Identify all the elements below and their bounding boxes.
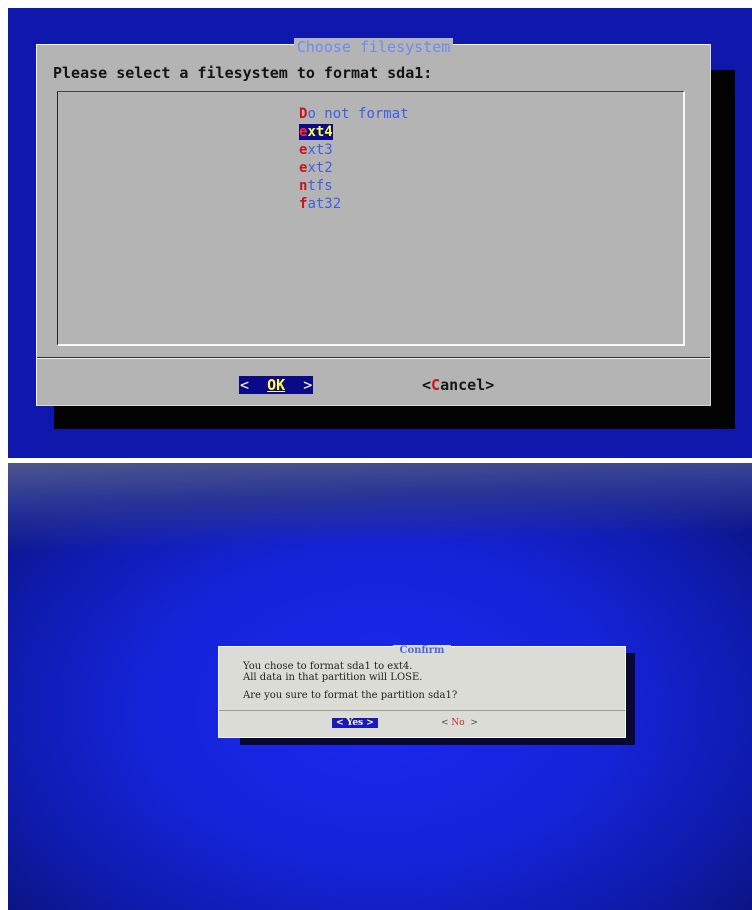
no-button-right: > (464, 718, 478, 728)
option-label: tfs (307, 178, 333, 194)
ok-button[interactable]: < OK > (239, 376, 314, 394)
confirm-message-line2: All data in that partition will LOSE. (243, 672, 423, 683)
cancel-button-hotkey: C (431, 376, 441, 394)
confirm-screen-photo: Confirm You chose to format sda1 to ext4… (8, 463, 752, 910)
option-do-not-format[interactable]: Do not format (299, 105, 409, 123)
confirm-title: Confirm (393, 645, 451, 656)
option-label: o not format (307, 106, 409, 122)
choose-filesystem-dialog: Choose filesystem Please select a filesy… (36, 38, 711, 406)
option-label: at32 (307, 196, 342, 212)
option-fat32[interactable]: fat32 (299, 195, 409, 213)
cancel-button-left: < (422, 376, 432, 394)
yes-button[interactable]: < Yes > (332, 718, 378, 728)
ok-button-right: > (285, 376, 313, 394)
filesystem-screen: Choose filesystem Please select a filesy… (8, 8, 752, 458)
option-ext3[interactable]: ext3 (299, 141, 409, 159)
filesystem-listbox[interactable]: Do not format ext4 ext3 ext2 ntfs fat32 (57, 91, 685, 346)
confirm-dialog: Confirm You chose to format sda1 to ext4… (218, 645, 626, 738)
option-label: xt2 (307, 160, 333, 176)
option-label: xt3 (307, 142, 333, 158)
button-separator (37, 357, 710, 359)
ok-button-hotkey: O (267, 376, 277, 394)
confirm-separator (219, 710, 625, 711)
confirm-question: Are you sure to format the partition sda… (243, 690, 458, 701)
cancel-button[interactable]: <Cancel> (422, 376, 494, 394)
option-label: xt4 (307, 124, 333, 140)
dialog-prompt: Please select a filesystem to format sda… (53, 64, 433, 82)
option-ntfs[interactable]: ntfs (299, 177, 409, 195)
dialog-title: Choose filesystem (293, 38, 454, 56)
no-button[interactable]: < No > (441, 718, 478, 728)
option-ext4[interactable]: ext4 (299, 123, 409, 141)
option-ext2[interactable]: ext2 (299, 159, 409, 177)
cancel-button-label: ancel> (440, 376, 495, 394)
dialog-title-wrap: Choose filesystem (37, 38, 710, 56)
screen-glare (8, 463, 752, 554)
no-button-left: < (441, 718, 452, 728)
confirm-title-wrap: Confirm (219, 645, 625, 657)
ok-button-label: K (276, 376, 286, 394)
confirm-message-line1: You chose to format sda1 to ext4. (243, 661, 413, 672)
filesystem-list: Do not format ext4 ext3 ext2 ntfs fat32 (299, 105, 409, 213)
ok-button-left: < (240, 376, 268, 394)
